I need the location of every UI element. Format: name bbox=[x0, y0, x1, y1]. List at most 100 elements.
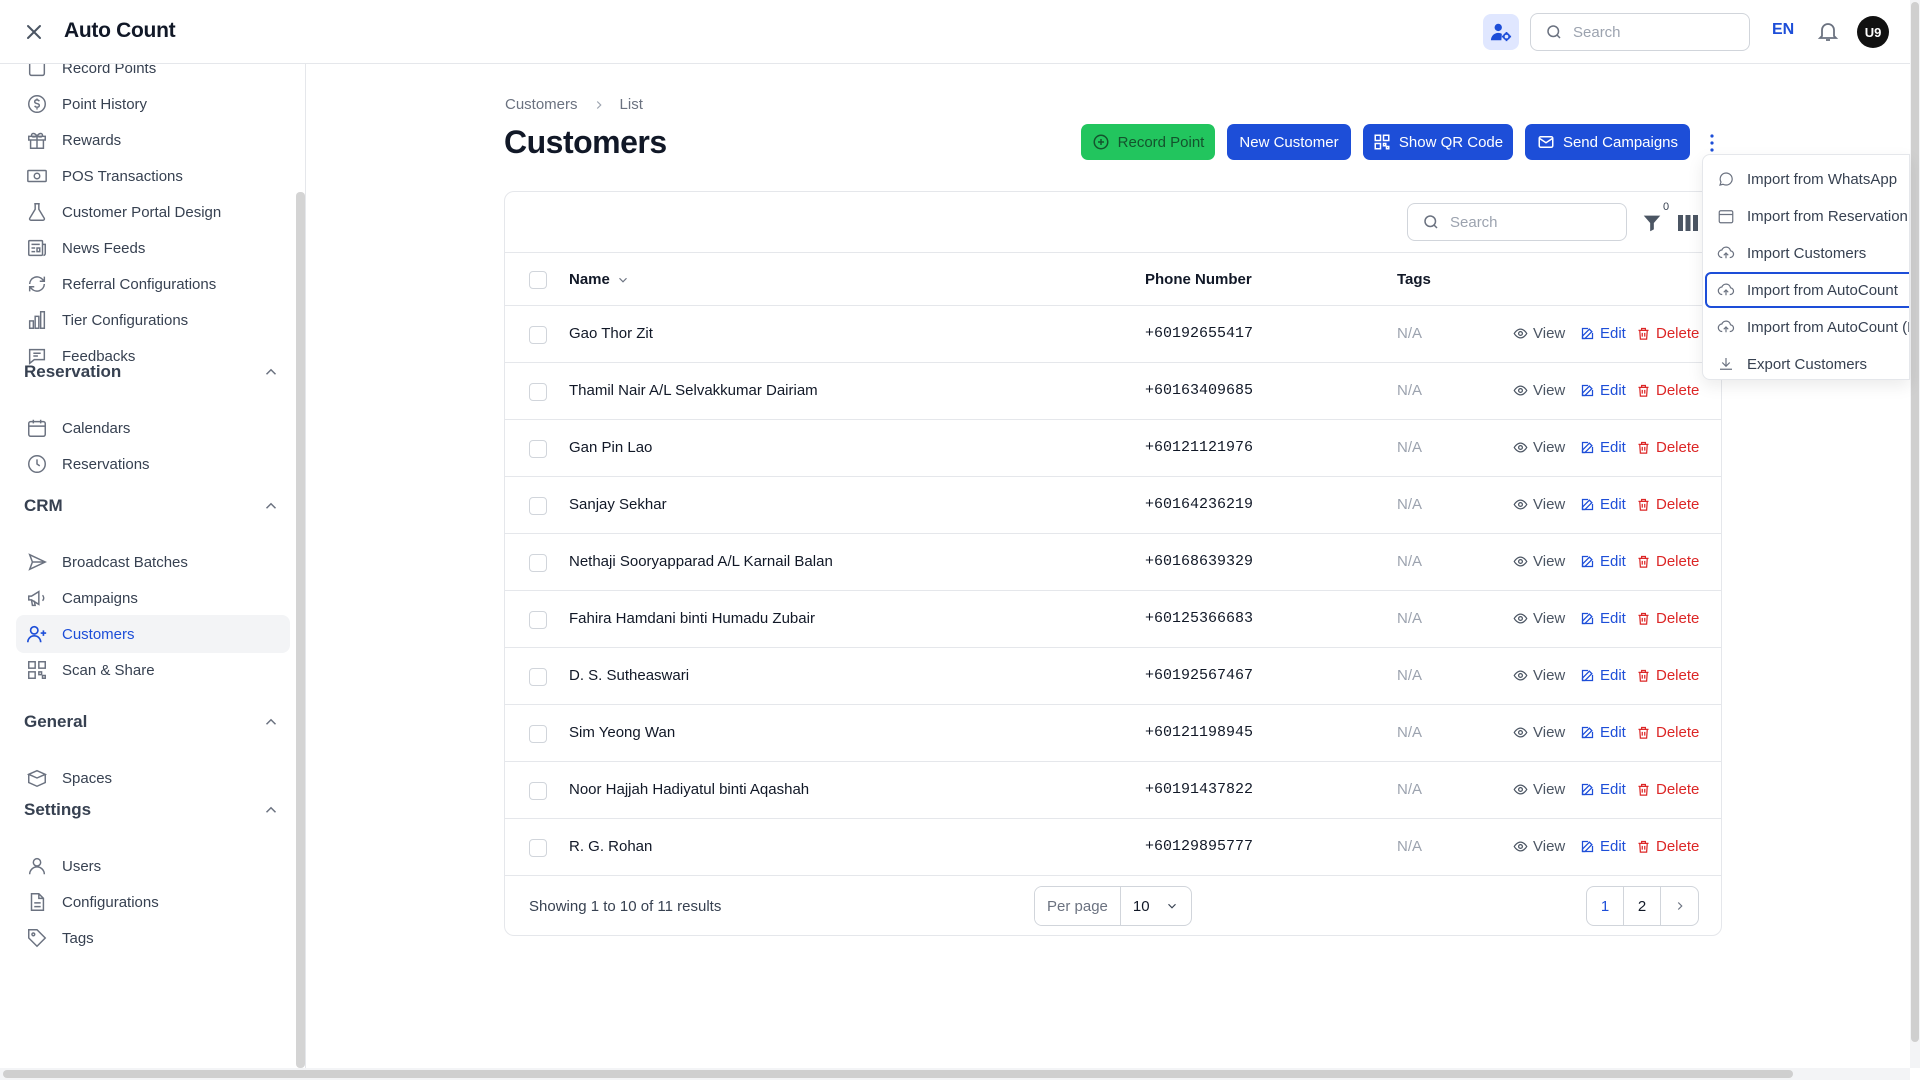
sidebar-item-point-history[interactable]: Point History bbox=[16, 85, 290, 123]
view-button[interactable]: View bbox=[1513, 382, 1565, 399]
sidebar-item-tags[interactable]: Tags bbox=[16, 919, 290, 957]
section-reservation[interactable]: Reservation bbox=[24, 358, 280, 386]
row-checkbox[interactable] bbox=[529, 668, 547, 686]
language-switcher[interactable]: EN bbox=[1772, 21, 1794, 39]
sidebar-item-news-feeds[interactable]: News Feeds bbox=[16, 229, 290, 267]
menu-item-import-autocount[interactable]: Import from AutoCount bbox=[1705, 272, 1909, 308]
edit-button[interactable]: Edit bbox=[1580, 667, 1626, 684]
record-point-button[interactable]: Record Point bbox=[1081, 124, 1215, 160]
delete-button[interactable]: Delete bbox=[1636, 325, 1699, 342]
bell-icon[interactable] bbox=[1816, 18, 1840, 44]
table-row[interactable]: D. S. Sutheaswari +60192567467 N/A View Edit… bbox=[505, 648, 1721, 705]
edit-button[interactable]: Edit bbox=[1580, 439, 1626, 456]
delete-button[interactable]: Delete bbox=[1636, 610, 1699, 627]
next-page-button[interactable] bbox=[1661, 887, 1698, 925]
sidebar-item-reservations[interactable]: Reservations bbox=[16, 445, 290, 483]
table-row[interactable]: Sanjay Sekhar +60164236219 N/A View Edit Dele… bbox=[505, 477, 1721, 534]
menu-item-import-autocount-b[interactable]: Import from AutoCount (B bbox=[1707, 309, 1909, 345]
edit-button[interactable]: Edit bbox=[1580, 724, 1626, 741]
table-row[interactable]: Nethaji Sooryapparad A/L Karnail Balan +6… bbox=[505, 534, 1721, 591]
row-checkbox[interactable] bbox=[529, 782, 547, 800]
delete-button[interactable]: Delete bbox=[1636, 724, 1699, 741]
new-customer-button[interactable]: New Customer bbox=[1227, 124, 1351, 160]
edit-button[interactable]: Edit bbox=[1580, 382, 1626, 399]
per-page-value[interactable]: 10 bbox=[1121, 898, 1191, 915]
delete-button[interactable]: Delete bbox=[1636, 496, 1699, 513]
show-qr-code-button[interactable]: Show QR Code bbox=[1363, 124, 1513, 160]
select-all-checkbox[interactable] bbox=[529, 271, 547, 289]
sidebar-item-referral-configurations[interactable]: Referral Configurations bbox=[16, 265, 290, 303]
sidebar-item-rewards[interactable]: Rewards bbox=[16, 121, 290, 159]
view-button[interactable]: View bbox=[1513, 496, 1565, 513]
table-search-input[interactable] bbox=[1450, 213, 1610, 231]
view-button[interactable]: View bbox=[1513, 325, 1565, 342]
menu-item-import-whatsapp[interactable]: Import from WhatsApp bbox=[1707, 161, 1909, 197]
table-row[interactable]: Thamil Nair A/L Selvakkumar Dairiam +6016… bbox=[505, 363, 1721, 420]
table-search[interactable] bbox=[1407, 203, 1627, 241]
view-button[interactable]: View bbox=[1513, 439, 1565, 456]
edit-button[interactable]: Edit bbox=[1580, 781, 1626, 798]
vertical-scrollbar-thumb[interactable] bbox=[1911, 2, 1919, 1042]
table-row[interactable]: Gan Pin Lao +60121121976 N/A View Edit Delete bbox=[505, 420, 1721, 477]
delete-button[interactable]: Delete bbox=[1636, 382, 1699, 399]
table-row[interactable]: Fahira Hamdani binti Humadu Zubair +60125… bbox=[505, 591, 1721, 648]
row-checkbox[interactable] bbox=[529, 611, 547, 629]
edit-button[interactable]: Edit bbox=[1580, 838, 1626, 855]
global-search[interactable] bbox=[1530, 13, 1750, 51]
menu-item-import-customers[interactable]: Import Customers bbox=[1707, 235, 1909, 271]
tenant-settings-button[interactable] bbox=[1483, 14, 1519, 50]
sidebar-item-users[interactable]: Users bbox=[16, 847, 290, 885]
send-campaigns-button[interactable]: Send Campaigns bbox=[1525, 124, 1690, 160]
sidebar-item-broadcast-batches[interactable]: Broadcast Batches bbox=[16, 543, 290, 581]
horizontal-scrollbar[interactable] bbox=[0, 1068, 1910, 1080]
sidebar-item-campaigns[interactable]: Campaigns bbox=[16, 579, 290, 617]
table-row[interactable]: R. G. Rohan +60129895777 N/A View Edit Delete bbox=[505, 819, 1721, 876]
horizontal-scrollbar-thumb[interactable] bbox=[3, 1070, 1793, 1078]
row-checkbox[interactable] bbox=[529, 383, 547, 401]
columns-icon[interactable] bbox=[1677, 213, 1699, 233]
edit-button[interactable]: Edit bbox=[1580, 610, 1626, 627]
avatar[interactable]: U9 bbox=[1857, 16, 1889, 48]
edit-button[interactable]: Edit bbox=[1580, 553, 1626, 570]
sidebar-item-configurations[interactable]: Configurations bbox=[16, 883, 290, 921]
row-checkbox[interactable] bbox=[529, 725, 547, 743]
vertical-scrollbar[interactable] bbox=[1910, 0, 1920, 1068]
delete-button[interactable]: Delete bbox=[1636, 439, 1699, 456]
sidebar-item-customers[interactable]: Customers bbox=[16, 615, 290, 653]
sidebar-item-calendars[interactable]: Calendars bbox=[16, 409, 290, 447]
sidebar-item-scan-share[interactable]: Scan & Share bbox=[16, 651, 290, 689]
filter-icon[interactable] bbox=[1641, 212, 1663, 234]
table-row[interactable]: Noor Hajjah Hadiyatul binti Aqashah +6019… bbox=[505, 762, 1721, 819]
global-search-input[interactable] bbox=[1573, 23, 1733, 41]
page-button-2[interactable]: 2 bbox=[1624, 887, 1661, 925]
view-button[interactable]: View bbox=[1513, 667, 1565, 684]
menu-item-import-reservation[interactable]: Import from Reservation bbox=[1707, 198, 1909, 234]
section-settings[interactable]: Settings bbox=[24, 796, 280, 824]
sidebar-item-record-points[interactable]: Record Points bbox=[16, 64, 290, 87]
section-general[interactable]: General bbox=[24, 708, 280, 736]
edit-button[interactable]: Edit bbox=[1580, 496, 1626, 513]
row-checkbox[interactable] bbox=[529, 326, 547, 344]
table-row[interactable]: Sim Yeong Wan +60121198945 N/A View Edit Dele… bbox=[505, 705, 1721, 762]
more-vertical-icon[interactable] bbox=[1702, 132, 1722, 154]
close-icon[interactable] bbox=[22, 20, 46, 44]
delete-button[interactable]: Delete bbox=[1636, 838, 1699, 855]
view-button[interactable]: View bbox=[1513, 610, 1565, 627]
sidebar-scrollbar[interactable] bbox=[296, 192, 305, 1068]
page-button-1[interactable]: 1 bbox=[1587, 887, 1624, 925]
view-button[interactable]: View bbox=[1513, 781, 1565, 798]
sidebar-item-pos-transactions[interactable]: POS Transactions bbox=[16, 157, 290, 195]
per-page-select[interactable]: Per page 10 bbox=[1034, 886, 1192, 926]
sidebar-item-spaces[interactable]: Spaces bbox=[16, 759, 290, 797]
view-button[interactable]: View bbox=[1513, 553, 1565, 570]
delete-button[interactable]: Delete bbox=[1636, 667, 1699, 684]
delete-button[interactable]: Delete bbox=[1636, 781, 1699, 798]
row-checkbox[interactable] bbox=[529, 554, 547, 572]
delete-button[interactable]: Delete bbox=[1636, 553, 1699, 570]
section-crm[interactable]: CRM bbox=[24, 492, 280, 520]
sidebar-item-tier-configurations[interactable]: Tier Configurations bbox=[16, 301, 290, 339]
sidebar-item-customer-portal-design[interactable]: Customer Portal Design bbox=[16, 193, 290, 231]
table-row[interactable]: Gao Thor Zit +60192655417 N/A View Edit Delet… bbox=[505, 306, 1721, 363]
row-checkbox[interactable] bbox=[529, 497, 547, 515]
row-checkbox[interactable] bbox=[529, 839, 547, 857]
